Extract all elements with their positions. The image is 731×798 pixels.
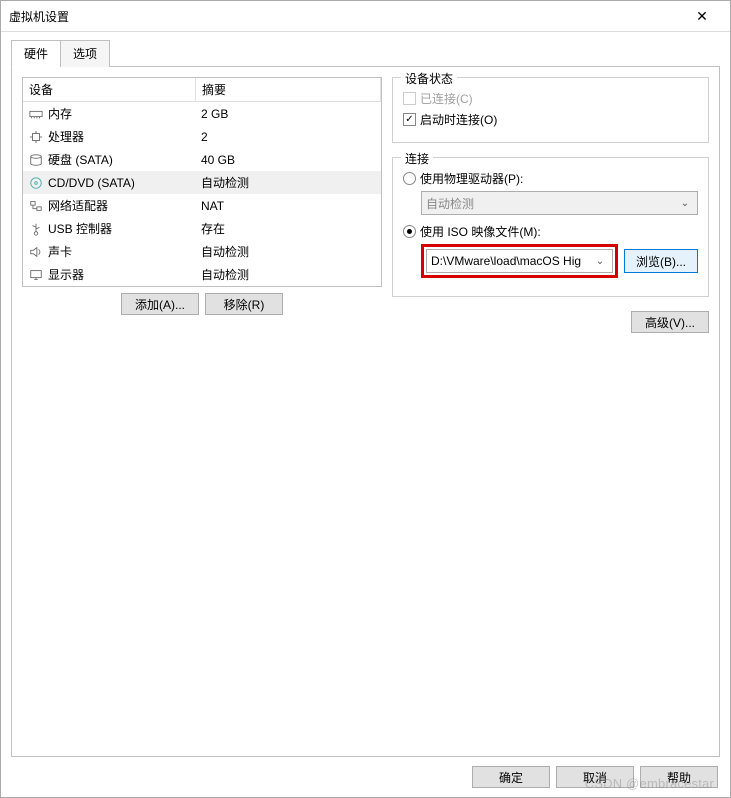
device-name: 内存 xyxy=(48,105,72,122)
device-cell: 内存 xyxy=(23,102,195,125)
network-icon xyxy=(29,199,43,213)
device-summary: NAT xyxy=(195,196,381,216)
tab-options-label: 选项 xyxy=(73,47,97,61)
memory-icon xyxy=(29,107,43,121)
browse-button[interactable]: 浏览(B)... xyxy=(624,249,698,273)
usb-icon xyxy=(29,222,43,236)
tab-hardware-label: 硬件 xyxy=(24,47,48,61)
connect-at-poweron-checkbox[interactable]: 启动时连接(O) xyxy=(403,111,698,128)
iso-highlight-box: D:\VMware\load\macOS Hig ⌄ xyxy=(421,244,618,278)
device-name: 显示器 xyxy=(48,266,84,283)
radio-icon xyxy=(403,225,416,238)
chevron-down-icon: ⌄ xyxy=(592,256,608,267)
connect-at-poweron-label: 启动时连接(O) xyxy=(420,111,497,128)
hardware-panel: 设备 摘要 内存2 GB处理器2硬盘 (SATA)40 GBCD/DVD (SA… xyxy=(11,66,720,757)
physical-drive-combo-row: 自动检测 ⌄ xyxy=(421,191,698,215)
connected-checkbox: 已连接(C) xyxy=(403,90,698,107)
advanced-row: 高级(V)... xyxy=(392,311,709,333)
header-device[interactable]: 设备 xyxy=(23,78,196,101)
cancel-button[interactable]: 取消 xyxy=(556,766,634,788)
device-summary: 自动检测 xyxy=(195,171,381,194)
device-row[interactable]: 硬盘 (SATA) 40 GB xyxy=(23,148,381,171)
device-summary: 自动检测 xyxy=(195,240,381,263)
titlebar: 虚拟机设置 ✕ xyxy=(1,1,730,32)
device-summary: 自动检测 xyxy=(195,263,381,286)
device-name: USB 控制器 xyxy=(48,220,112,237)
device-summary: 存在 xyxy=(195,217,381,240)
window-title: 虚拟机设置 xyxy=(9,8,682,25)
disk-icon xyxy=(29,153,43,167)
device-summary: 2 GB xyxy=(195,104,381,124)
radio-icon xyxy=(403,172,416,185)
device-list-body: 内存 2 GB 处理器 2 硬盘 (SATA) 40 GB CD/DVD (SATA) 自动检… xyxy=(23,102,381,286)
browse-label: 浏览(B)... xyxy=(636,253,686,270)
device-status-title: 设备状态 xyxy=(401,70,457,87)
device-cell: 处理器 xyxy=(23,125,195,148)
checkbox-icon xyxy=(403,113,416,126)
device-row[interactable]: 处理器 2 xyxy=(23,125,381,148)
close-button[interactable]: ✕ xyxy=(682,2,722,30)
cd-icon xyxy=(29,176,43,190)
close-icon: ✕ xyxy=(696,8,708,25)
iso-file-row: D:\VMware\load\macOS Hig ⌄ 浏览(B)... xyxy=(421,244,698,278)
iso-file-value: D:\VMware\load\macOS Hig xyxy=(431,254,592,268)
physical-drive-radio[interactable]: 使用物理驱动器(P): xyxy=(403,170,698,187)
device-cell: CD/DVD (SATA) xyxy=(23,173,195,193)
device-name: 处理器 xyxy=(48,128,84,145)
device-row[interactable]: 声卡 自动检测 xyxy=(23,240,381,263)
ok-button[interactable]: 确定 xyxy=(472,766,550,788)
advanced-button[interactable]: 高级(V)... xyxy=(631,311,709,333)
physical-drive-label: 使用物理驱动器(P): xyxy=(420,170,523,187)
iso-file-label: 使用 ISO 映像文件(M): xyxy=(420,223,541,240)
tab-strip: 硬件 选项 xyxy=(11,40,720,67)
connection-group: 连接 使用物理驱动器(P): 自动检测 ⌄ xyxy=(392,157,709,297)
device-name: 声卡 xyxy=(48,243,72,260)
dialog-footer: 确定 取消 帮助 xyxy=(1,757,730,797)
physical-drive-combo: 自动检测 ⌄ xyxy=(421,191,698,215)
panel-content: 设备 摘要 内存2 GB处理器2硬盘 (SATA)40 GBCD/DVD (SA… xyxy=(22,77,709,746)
device-name: 硬盘 (SATA) xyxy=(48,151,113,168)
tab-options[interactable]: 选项 xyxy=(60,40,110,67)
device-list-header: 设备 摘要 xyxy=(23,78,381,102)
help-button[interactable]: 帮助 xyxy=(640,766,718,788)
remove-device-button[interactable]: 移除(R) xyxy=(205,293,283,315)
connection-title: 连接 xyxy=(401,150,433,167)
device-summary: 40 GB xyxy=(195,150,381,170)
chevron-down-icon: ⌄ xyxy=(677,198,693,209)
device-name: 网络适配器 xyxy=(48,197,108,214)
client-area: 硬件 选项 设备 摘要 内存2 GB处理器2硬盘 (SATA)40 GBCD/D… xyxy=(1,32,730,757)
device-row[interactable]: USB 控制器 存在 xyxy=(23,217,381,240)
device-summary: 2 xyxy=(195,127,381,147)
header-summary[interactable]: 摘要 xyxy=(196,78,381,101)
iso-file-combo[interactable]: D:\VMware\load\macOS Hig ⌄ xyxy=(426,249,613,273)
device-row[interactable]: 内存 2 GB xyxy=(23,102,381,125)
device-cell: 硬盘 (SATA) xyxy=(23,148,195,171)
device-detail-pane: 设备状态 已连接(C) 启动时连接(O) 连接 xyxy=(392,77,709,746)
device-status-group: 设备状态 已连接(C) 启动时连接(O) xyxy=(392,77,709,143)
tab-hardware[interactable]: 硬件 xyxy=(11,40,61,67)
device-row[interactable]: 显示器 自动检测 xyxy=(23,263,381,286)
device-list: 设备 摘要 内存2 GB处理器2硬盘 (SATA)40 GBCD/DVD (SA… xyxy=(22,77,382,287)
connected-label: 已连接(C) xyxy=(420,90,473,107)
device-cell: 声卡 xyxy=(23,240,195,263)
device-row[interactable]: CD/DVD (SATA) 自动检测 xyxy=(23,171,381,194)
device-name: CD/DVD (SATA) xyxy=(48,176,135,190)
iso-file-radio[interactable]: 使用 ISO 映像文件(M): xyxy=(403,223,698,240)
device-cell: 显示器 xyxy=(23,263,195,286)
device-list-buttons: 添加(A)... 移除(R) xyxy=(22,287,382,325)
cpu-icon xyxy=(29,130,43,144)
vm-settings-window: 虚拟机设置 ✕ 硬件 选项 设备 摘要 xyxy=(0,0,731,798)
add-device-button[interactable]: 添加(A)... xyxy=(121,293,199,315)
device-row[interactable]: 网络适配器 NAT xyxy=(23,194,381,217)
physical-drive-value: 自动检测 xyxy=(426,195,677,212)
checkbox-icon xyxy=(403,92,416,105)
device-cell: USB 控制器 xyxy=(23,217,195,240)
display-icon xyxy=(29,268,43,282)
sound-icon xyxy=(29,245,43,259)
device-cell: 网络适配器 xyxy=(23,194,195,217)
